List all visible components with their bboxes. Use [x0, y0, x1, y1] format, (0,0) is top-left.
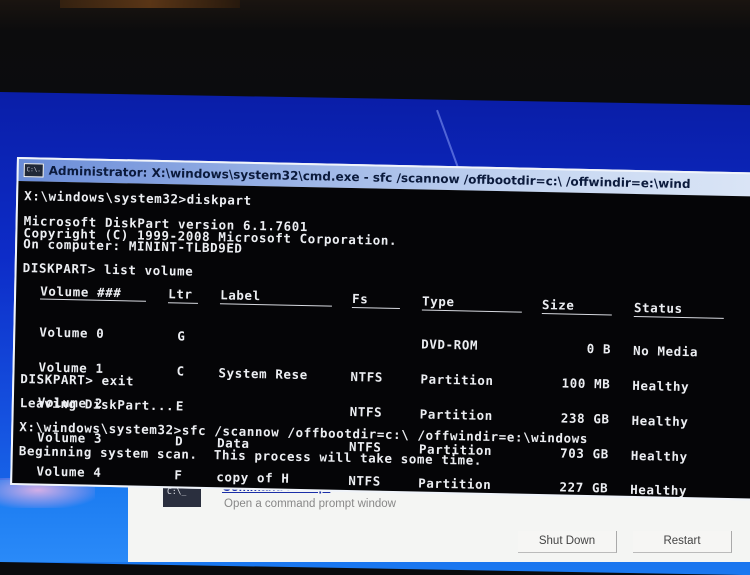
header-status: Status [633, 299, 683, 316]
command-prompt-description: Open a command prompt window [224, 498, 396, 510]
header-underline [219, 303, 332, 307]
cmd-window[interactable]: C:\. Administrator: X:\windows\system32\… [10, 157, 750, 501]
console-line: DISKPART> exit [20, 371, 135, 389]
header-volume: Volume ### [40, 283, 122, 301]
table-cell [219, 332, 309, 345]
header-underline [541, 313, 612, 316]
table-cell: Healthy [631, 412, 689, 429]
table-cell [351, 336, 416, 349]
table-cell: 703 GB [560, 444, 610, 461]
console-line: X:\windows\system32>diskpart [24, 188, 252, 208]
console-line: DISKPART> list volume [22, 260, 194, 279]
background-room [0, 0, 750, 100]
header-underline [351, 307, 400, 310]
console-icon: C:\. [23, 163, 44, 178]
table-cell: copy of H [216, 469, 290, 487]
table-cell: System Rese [218, 365, 309, 383]
column-type: DVD-ROM Partition Partition Partition Pa… [418, 316, 495, 499]
table-cell: 238 GB [560, 410, 610, 427]
table-cell: Volume 0 [39, 324, 105, 342]
table-cell: DVD-ROM [421, 336, 479, 353]
table-cell: Healthy [630, 482, 688, 499]
console-line: Leaving DiskPart... [19, 395, 175, 414]
header-type: Type [421, 293, 455, 310]
header-underline [633, 315, 724, 319]
console-line: On computer: MININT-TLBD9ED [23, 236, 243, 256]
table-cell: Partition [420, 371, 494, 388]
table-cell: 100 MB [561, 375, 611, 392]
table-cell: Partition [419, 406, 493, 423]
header-label: Label [220, 287, 261, 304]
table-cell: NTFS [349, 403, 383, 420]
shut-down-button[interactable]: Shut Down [518, 531, 617, 553]
column-fs: NTFS NTFS NTFS NTFS [348, 313, 417, 499]
header-ltr: Ltr [168, 286, 193, 302]
column-status: No Media Healthy Healthy Healthy Healthy [630, 322, 699, 499]
table-cell: NTFS [348, 473, 381, 490]
table-cell: Healthy [630, 447, 688, 464]
ambient-light [60, 0, 240, 8]
table-cell: Volume 4 [36, 463, 102, 481]
column-label: System Rese Data copy of H [216, 309, 309, 499]
restart-button[interactable]: Restart [633, 531, 732, 553]
header-underline [421, 309, 522, 313]
table-cell: 0 B [586, 341, 612, 357]
header-underline [167, 302, 198, 304]
header-fs: Fs [351, 291, 369, 307]
table-cell: Healthy [632, 377, 690, 395]
column-size: 0 B 100 MB 238 GB 703 GB 227 GB [538, 319, 612, 499]
header-underline [40, 298, 147, 302]
table-cell: No Media [632, 343, 699, 360]
console-output[interactable]: X:\windows\system32>diskpart Microsoft D… [12, 181, 750, 499]
table-cell [218, 402, 308, 415]
table-cell: 227 GB [559, 479, 609, 496]
table-cell: Partition [418, 475, 492, 493]
header-size: Size [541, 297, 575, 313]
table-cell: NTFS [350, 369, 384, 385]
